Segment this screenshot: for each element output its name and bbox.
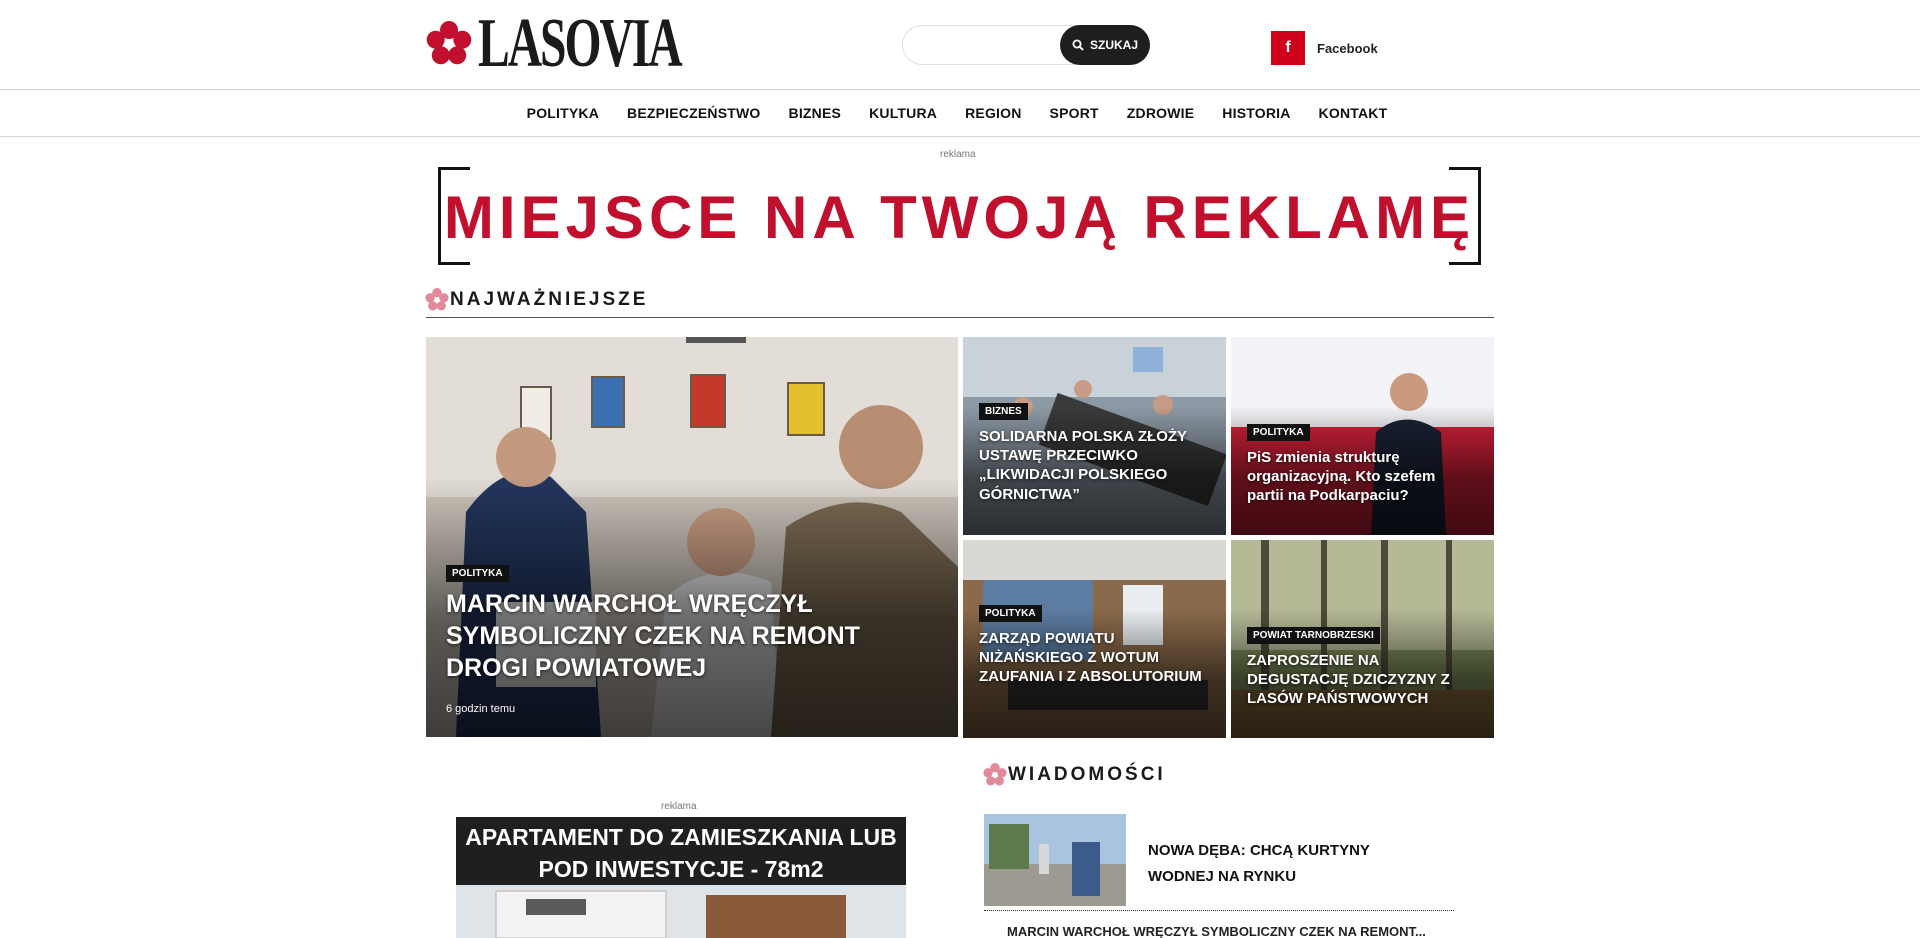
- nav-item-kultura[interactable]: KULTURA: [869, 105, 937, 121]
- side-ad-photo: [456, 885, 906, 938]
- news-item-1-thumb[interactable]: [984, 814, 1126, 906]
- search-button[interactable]: SZUKAJ: [1060, 25, 1150, 65]
- search-form: SZUKAJ: [902, 25, 1150, 65]
- nav-item-bezpieczenstwo[interactable]: BEZPIECZEŃSTWO: [627, 105, 760, 121]
- flower-icon: [982, 762, 1008, 788]
- nav-item-region[interactable]: REGION: [965, 105, 1021, 121]
- featured-tile-3-title[interactable]: ZARZĄD POWIATU NIŻAŃSKIEGO Z WOTUM ZAUFA…: [979, 629, 1204, 687]
- news-item-2-title[interactable]: MARCIN WARCHOŁ WRĘCZYŁ SYMBOLICZNY CZEK …: [1007, 924, 1426, 938]
- logo-text: LASOVIA: [478, 5, 683, 82]
- nav-item-historia[interactable]: HISTORIA: [1222, 105, 1290, 121]
- site-header: LASOVIA SZUKAJ f Facebook: [0, 0, 1920, 90]
- nav-item-biznes[interactable]: BIZNES: [789, 105, 842, 121]
- flower-logo-icon: [424, 19, 474, 69]
- featured-section-title: NAJWAŻNIEJSZE: [424, 287, 648, 313]
- side-ad-banner[interactable]: APARTAMENT DO ZAMIESZKANIA LUB POD INWES…: [456, 817, 906, 938]
- top-ad-text: MIEJSCE NA TWOJĄ REKLAMĘ: [443, 184, 1476, 251]
- featured-main-title[interactable]: MARCIN WARCHOŁ WRĘCZYŁ SYMBOLICZNY CZEK …: [446, 588, 886, 684]
- featured-tile-1-title[interactable]: SOLIDARNA POLSKA ZŁOŻY USTAWĘ PRZECIWKO …: [979, 427, 1204, 504]
- news-divider: [984, 910, 1454, 911]
- featured-tile-2[interactable]: POLITYKA PiS zmienia strukturę organizac…: [1231, 337, 1494, 535]
- nav-item-kontakt[interactable]: KONTAKT: [1319, 105, 1388, 121]
- news-item-1-title[interactable]: NOWA DĘBA: CHCĄ KURTYNY WODNEJ NA RYNKU: [1148, 838, 1438, 889]
- news-title-text: WIADOMOŚCI: [1008, 764, 1166, 785]
- featured-main-time: 6 godzin temu: [446, 703, 516, 715]
- facebook-label: Facebook: [1317, 40, 1378, 56]
- news-section-title: WIADOMOŚCI: [982, 762, 1166, 788]
- news-item-1-photo: [984, 814, 1126, 906]
- featured-main-category[interactable]: POLITYKA: [446, 565, 509, 582]
- facebook-link[interactable]: f Facebook: [1271, 31, 1378, 65]
- featured-title-text: NAJWAŻNIEJSZE: [450, 289, 649, 310]
- site-logo[interactable]: LASOVIA: [424, 5, 776, 82]
- news-item-1[interactable]: NOWA DĘBA: CHCĄ KURTYNY WODNEJ NA RYNKU: [984, 814, 1454, 910]
- section-divider: [426, 317, 1494, 318]
- flower-icon: [424, 287, 450, 313]
- nav-item-zdrowie[interactable]: ZDROWIE: [1127, 105, 1195, 121]
- featured-tile-4-category[interactable]: POWIAT TARNOBRZESKI: [1247, 627, 1380, 644]
- facebook-icon: f: [1271, 31, 1305, 65]
- side-ad-text: APARTAMENT DO ZAMIESZKANIA LUB POD INWES…: [456, 817, 906, 885]
- featured-tile-4[interactable]: POWIAT TARNOBRZESKI ZAPROSZENIE NA DEGUS…: [1231, 540, 1494, 738]
- main-nav: POLITYKA BEZPIECZEŃSTWO BIZNES KULTURA R…: [0, 90, 1920, 137]
- nav-item-polityka[interactable]: POLITYKA: [527, 105, 599, 121]
- featured-tile-3[interactable]: POLITYKA ZARZĄD POWIATU NIŻAŃSKIEGO Z WO…: [963, 540, 1226, 738]
- top-ad-banner[interactable]: MIEJSCE NA TWOJĄ REKLAMĘ: [438, 167, 1481, 265]
- featured-tile-1[interactable]: BIZNES SOLIDARNA POLSKA ZŁOŻY USTAWĘ PRZ…: [963, 337, 1226, 535]
- featured-tile-4-title[interactable]: ZAPROSZENIE NA DEGUSTACJĘ DZICZYZNY Z LA…: [1247, 651, 1472, 709]
- search-icon: [1072, 39, 1084, 51]
- featured-main-article[interactable]: POLITYKA MARCIN WARCHOŁ WRĘCZYŁ SYMBOLIC…: [426, 337, 958, 737]
- search-button-label: SZUKAJ: [1089, 38, 1138, 52]
- search-input[interactable]: [917, 34, 1057, 56]
- featured-tile-3-category[interactable]: POLITYKA: [979, 605, 1042, 622]
- side-ad-label: reklama: [661, 801, 697, 812]
- top-ad-label: reklama: [940, 149, 976, 160]
- nav-item-sport[interactable]: SPORT: [1050, 105, 1099, 121]
- featured-tile-1-category[interactable]: BIZNES: [979, 403, 1028, 420]
- featured-tile-2-title[interactable]: PiS zmienia strukturę organizacyjną. Kto…: [1247, 448, 1447, 506]
- featured-tile-2-category[interactable]: POLITYKA: [1247, 424, 1310, 441]
